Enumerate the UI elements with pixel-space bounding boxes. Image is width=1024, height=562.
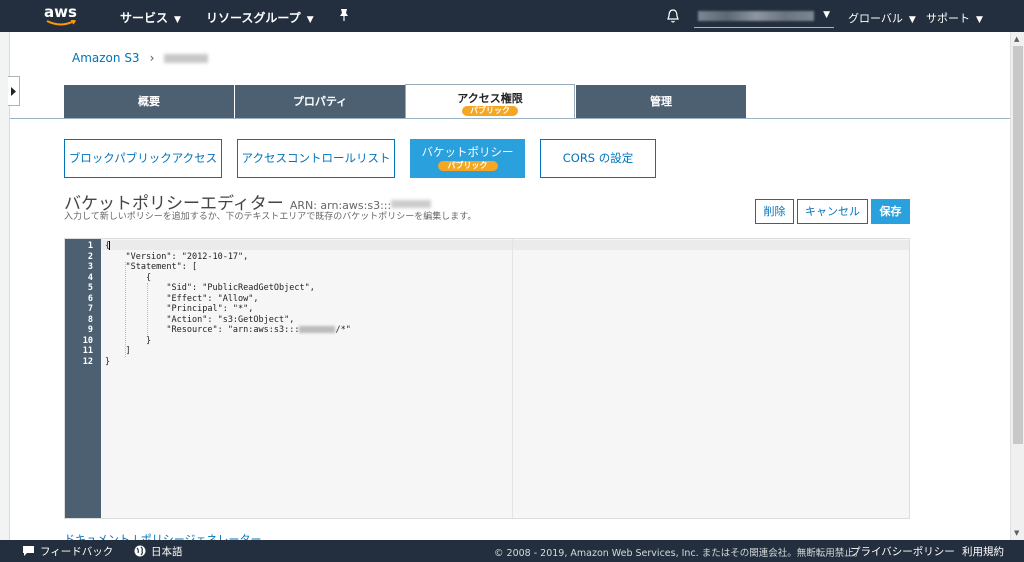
tab-properties-label: プロパティ <box>292 95 348 108</box>
code-line: "Statement": [ <box>105 262 198 272</box>
services-menu[interactable]: サービス ▼ <box>120 9 181 26</box>
speech-bubble-icon <box>23 546 34 556</box>
chevron-right-icon: › <box>149 51 155 65</box>
line-number: 10 <box>82 335 93 346</box>
sidebar-toggle[interactable] <box>8 76 20 106</box>
tab-management[interactable]: 管理 <box>576 85 746 118</box>
terms-link[interactable]: 利用規約 <box>962 544 1004 559</box>
tab-management-label: 管理 <box>650 95 672 108</box>
aws-logo[interactable]: aws <box>44 3 80 29</box>
chevron-down-icon: ▼ <box>174 15 181 25</box>
line-number: 5 <box>87 283 93 293</box>
line-number-gutter: 1 2 3 4 5 6 7 8 9 10 11 12 <box>65 239 101 518</box>
tab-overview-label: 概要 <box>138 95 160 108</box>
bucket-policy-button[interactable]: バケットポリシー パブリック <box>410 139 525 178</box>
code-line: } <box>105 356 111 367</box>
editor-description: 入力して新しいポリシーを追加するか、下のテキストエリアで既存のバケットポリシーを… <box>64 212 477 222</box>
feedback-label: フィードバック <box>40 546 114 558</box>
arn-redacted <box>391 200 432 208</box>
current-line-highlight <box>101 240 909 250</box>
code-line: "Principal": "*", <box>105 304 254 314</box>
services-menu-label: サービス <box>120 11 169 25</box>
tab-overview[interactable]: 概要 <box>64 85 234 118</box>
tab-permissions[interactable]: アクセス権限 パブリック <box>405 84 575 119</box>
support-menu[interactable]: サポート ▼ <box>926 10 983 26</box>
code-line: } <box>105 335 152 346</box>
bell-icon[interactable] <box>666 8 680 24</box>
region-label: グローバル <box>848 12 903 25</box>
code-line: "Version": "2012-10-17", <box>105 251 249 262</box>
public-badge: パブリック <box>437 161 498 171</box>
line-number: 9 <box>87 325 93 335</box>
line-number: 6 <box>87 293 93 304</box>
aws-smile-icon <box>46 20 76 26</box>
policy-code-editor[interactable]: 1 2 3 4 5 6 7 8 9 10 11 12 { "Version": … <box>64 238 910 519</box>
breadcrumb-root-link[interactable]: Amazon S3 <box>72 51 140 65</box>
feedback-button[interactable]: フィードバック <box>22 544 113 559</box>
block-public-access-button[interactable]: ブロックパブリックアクセス <box>64 139 222 178</box>
code-line: { <box>105 272 152 283</box>
vertical-scrollbar[interactable]: ▲ ▼ <box>1010 32 1024 540</box>
chevron-down-icon: ▼ <box>823 10 830 20</box>
region-menu[interactable]: グローバル ▼ <box>848 10 916 26</box>
line-number: 8 <box>87 314 93 325</box>
left-strip <box>0 32 10 540</box>
account-menu[interactable]: ▼ <box>694 6 834 28</box>
line-number: 1 <box>87 241 93 251</box>
pin-icon[interactable] <box>338 8 350 22</box>
top-navigation-bar: aws サービス ▼ リソースグループ ▼ ▼ グローバル ▼ サポート ▼ <box>0 0 1024 32</box>
scrollbar-thumb[interactable] <box>1013 46 1023 444</box>
language-label: 日本語 <box>151 546 183 558</box>
public-badge: パブリック <box>462 106 518 116</box>
line-number: 4 <box>87 272 93 283</box>
bucket-policy-label: バケットポリシー <box>421 145 514 159</box>
chevron-down-icon: ▼ <box>306 15 314 25</box>
breadcrumb: Amazon S3 › <box>72 51 209 65</box>
line-number: 7 <box>87 304 93 314</box>
tab-properties[interactable]: プロパティ <box>235 85 405 118</box>
delete-button[interactable]: 削除 <box>755 199 794 224</box>
chevron-down-icon: ▼ <box>976 15 983 25</box>
main-tabs: 概要 プロパティ アクセス権限 パブリック 管理 <box>64 84 746 119</box>
code-line-resource: "Resource": "arn:aws:s3:::/*" <box>105 325 351 335</box>
code-line: { <box>105 241 111 251</box>
tab-divider <box>10 118 1010 119</box>
scroll-up-icon[interactable]: ▲ <box>1014 35 1019 43</box>
account-name-redacted <box>698 11 814 21</box>
tab-permissions-label: アクセス権限 <box>457 92 523 105</box>
aws-logo-text: aws <box>44 3 77 21</box>
privacy-policy-link[interactable]: プライバシーポリシー <box>850 544 955 559</box>
code-line: ] <box>105 346 131 356</box>
save-button[interactable]: 保存 <box>871 199 910 224</box>
language-selector[interactable]: 日本語 <box>134 544 183 559</box>
line-number: 11 <box>82 346 93 356</box>
cors-button[interactable]: CORS の設定 <box>540 139 656 178</box>
scroll-down-icon[interactable]: ▼ <box>1014 529 1019 537</box>
code-line: "Effect": "Allow", <box>105 293 259 304</box>
cancel-button[interactable]: キャンセル <box>797 199 868 224</box>
code-line: "Action": "s3:GetObject", <box>105 314 295 325</box>
bucket-name-redacted <box>299 326 336 333</box>
acl-button[interactable]: アクセスコントロールリスト <box>237 139 395 178</box>
chevron-down-icon: ▼ <box>908 15 916 25</box>
code-line: "Sid": "PublicReadGetObject", <box>105 283 315 293</box>
support-label: サポート <box>926 12 970 25</box>
line-number: 2 <box>87 251 93 262</box>
bucket-name-redacted <box>164 54 209 63</box>
line-number: 3 <box>87 262 93 272</box>
block-public-access-label: ブロックパブリックアクセス <box>68 151 218 165</box>
chevron-right-icon <box>11 87 16 96</box>
resource-groups-menu[interactable]: リソースグループ ▼ <box>206 9 314 26</box>
footer-bar: フィードバック 日本語 © 2008 - 2019, Amazon Web Se… <box>0 540 1024 562</box>
acl-label: アクセスコントロールリスト <box>241 151 391 165</box>
line-number: 12 <box>82 356 93 367</box>
print-margin <box>512 239 513 518</box>
globe-icon <box>134 545 146 557</box>
copyright-text: © 2008 - 2019, Amazon Web Services, Inc.… <box>494 548 864 559</box>
resource-suffix: /*" <box>335 325 351 335</box>
cors-label: CORS の設定 <box>562 151 634 165</box>
resource-prefix: "Resource": "arn:aws:s3::: <box>105 325 300 335</box>
resource-groups-label: リソースグループ <box>206 11 301 25</box>
